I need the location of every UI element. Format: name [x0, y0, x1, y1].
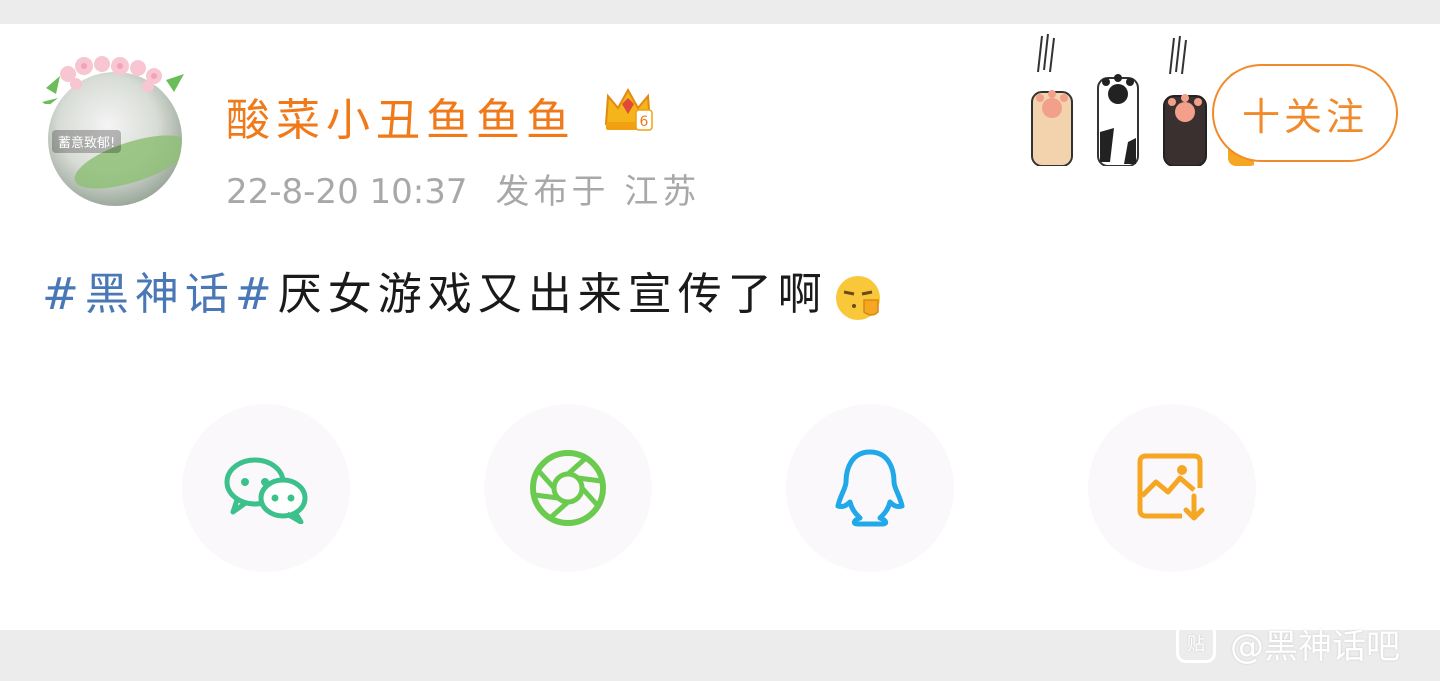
avatar-tag: 蓄意致郁! [52, 130, 122, 153]
share-wechat-button[interactable] [182, 404, 350, 572]
emoji-smirk-icon [835, 275, 880, 320]
tieba-logo-icon: 贴 [1176, 623, 1216, 663]
post-meta: 22-8-20 10:37 发布于 江苏 [226, 164, 700, 213]
share-qq-button[interactable] [786, 404, 954, 572]
follow-button[interactable]: 十关注 [1212, 64, 1398, 162]
wechat-icon [224, 457, 308, 524]
share-save-image-button[interactable] [1088, 404, 1256, 572]
timestamp: 22-8-20 10:37 [226, 172, 468, 212]
topic-hashtag[interactable]: #黑神话# [42, 269, 278, 320]
location: 发布于 江苏 [495, 172, 701, 212]
level-number: 6 [640, 114, 649, 130]
qq-icon [835, 449, 905, 527]
post-content: #黑神话#厌女游戏又出来宣传了啊 [42, 258, 882, 322]
moments-icon [530, 450, 606, 526]
flower-wreath-icon [42, 56, 184, 104]
watermark: 贴 @黑神话吧 [1176, 620, 1400, 667]
post-text: 厌女游戏又出来宣传了啊 [277, 269, 828, 320]
share-moments-button[interactable] [484, 404, 652, 572]
username[interactable]: 酸菜小丑鱼鱼鱼 [226, 84, 576, 148]
crown-badge-icon: 6 [604, 87, 653, 131]
save-image-icon [1137, 453, 1205, 521]
watermark-text: @黑神话吧 [1230, 626, 1400, 667]
